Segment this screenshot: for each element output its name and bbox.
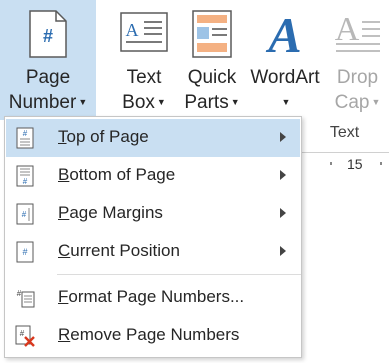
bottom-of-page-icon: # — [16, 165, 34, 187]
text-box-button[interactable]: A Text Box ▼ — [112, 0, 176, 120]
text-box-icon: A — [120, 12, 168, 52]
remove-page-numbers-icon: # — [15, 325, 35, 347]
menu-item-remove-page-numbers[interactable]: # Remove Page Numbers — [6, 317, 300, 355]
page-number-icon: # — [29, 10, 67, 58]
menu-item-page-margins[interactable]: # Page Margins — [6, 195, 300, 233]
drop-cap-icon: A — [335, 11, 380, 52]
text-box-label-line1: Text — [126, 67, 162, 88]
menu-item-label: Page Margins — [58, 203, 163, 222]
wordart-button[interactable]: A WordArt ▼ — [244, 0, 326, 120]
page-number-label-line2: Number ▼ — [8, 92, 88, 113]
menu-item-label: Bottom of Page — [58, 165, 176, 184]
page-number-label-line1: Page — [25, 67, 71, 88]
menu-separator — [57, 274, 301, 275]
menu-item-label: Top of Page — [58, 127, 149, 146]
submenu-arrow-icon — [280, 132, 286, 142]
drop-cap-label-line1: Drop — [336, 67, 379, 88]
submenu-arrow-icon — [280, 170, 286, 180]
menu-item-top-of-page[interactable]: # Top of Page — [6, 119, 300, 157]
quick-parts-icon — [192, 10, 232, 58]
page-number-dropdown-menu: # Top of Page # Bottom of Page # Page Ma… — [4, 116, 302, 358]
svg-text:A: A — [126, 20, 139, 40]
current-position-icon: # — [16, 241, 34, 263]
menu-item-format-page-numbers[interactable]: # Format Page Numbers... — [6, 279, 300, 317]
quick-parts-button[interactable]: Quick Parts ▼ — [180, 0, 244, 120]
submenu-arrow-icon — [280, 246, 286, 256]
svg-text:#: # — [23, 177, 28, 186]
svg-text:A: A — [335, 11, 360, 48]
page-margins-icon: # — [16, 203, 34, 225]
menu-item-label: Current Position — [58, 241, 180, 260]
menu-item-label: Format Page Numbers... — [58, 287, 245, 306]
wordart-icon: A — [265, 8, 301, 60]
menu-item-label: Remove Page Numbers — [58, 325, 240, 344]
ruler-number: 15 — [347, 156, 363, 172]
svg-text:#: # — [17, 289, 22, 298]
horizontal-ruler: 15 — [300, 152, 389, 175]
wordart-label: WordArt — [250, 67, 320, 88]
menu-item-current-position[interactable]: # Current Position — [6, 233, 300, 271]
svg-text:#: # — [20, 329, 25, 338]
ruler-tick — [330, 162, 332, 165]
quick-parts-label-line2: Parts ▼ — [184, 92, 240, 113]
wordart-caret: ▼ — [244, 90, 326, 115]
caret-down-icon: ▼ — [230, 97, 240, 107]
caret-down-icon: ▼ — [281, 97, 291, 107]
drop-cap-button[interactable]: A Drop Cap ▼ — [326, 0, 389, 120]
text-group-label: Text — [329, 124, 360, 141]
svg-text:A: A — [265, 8, 301, 60]
top-of-page-icon: # — [16, 127, 34, 149]
svg-text:#: # — [43, 26, 53, 46]
text-box-label-line2: Box ▼ — [122, 92, 166, 113]
submenu-arrow-icon — [280, 208, 286, 218]
format-page-numbers-icon: # — [17, 289, 35, 308]
caret-down-icon: ▼ — [156, 97, 166, 107]
page-number-button[interactable]: # Page Number ▼ — [0, 0, 96, 120]
svg-text:#: # — [22, 247, 27, 257]
svg-text:#: # — [22, 210, 27, 219]
caret-down-icon: ▼ — [78, 97, 88, 107]
menu-item-bottom-of-page[interactable]: # Bottom of Page — [6, 157, 300, 195]
caret-down-icon: ▼ — [371, 97, 381, 107]
quick-parts-label-line1: Quick — [187, 67, 237, 88]
svg-text:#: # — [23, 129, 28, 138]
ruler-tick — [380, 162, 382, 165]
drop-cap-label-line2: Cap ▼ — [334, 92, 381, 113]
